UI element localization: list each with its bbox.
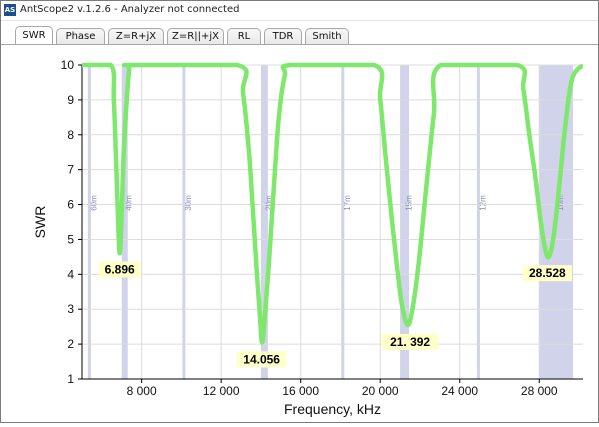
y-tick-label: 9	[67, 93, 74, 107]
band-label-30m: 30m	[184, 195, 193, 211]
tab-z-series[interactable]: Z=R+jX	[108, 28, 164, 44]
marker-label[interactable]: 28.528	[529, 266, 566, 280]
tab-tdr[interactable]: TDR	[264, 28, 302, 44]
title-bar: AS AntScope2 v.1.2.6 - Analyzer not conn…	[1, 1, 598, 21]
y-tick-label: 1	[67, 372, 74, 386]
app-logo-icon: AS	[4, 4, 16, 16]
tab-smith[interactable]: Smith	[305, 28, 349, 44]
band-15m	[400, 65, 410, 379]
band-label-12m: 12m	[478, 195, 487, 211]
y-axis-title: SWR	[32, 206, 48, 239]
y-tick-label: 7	[67, 163, 74, 177]
marker-label[interactable]: 21. 392	[390, 335, 430, 349]
band-60m	[87, 65, 91, 379]
x-tick-label: 16 000	[282, 384, 319, 398]
x-tick-label: 20 000	[362, 384, 399, 398]
plot-background	[82, 65, 583, 379]
band-label-40m: 40m	[125, 195, 134, 211]
y-tick-label: 3	[67, 302, 74, 316]
y-tick-label: 6	[67, 198, 74, 212]
x-tick-label: 24 000	[441, 384, 478, 398]
tab-phase[interactable]: Phase	[56, 28, 105, 44]
y-tick-label: 2	[67, 337, 74, 351]
y-tick-label: 8	[67, 128, 74, 142]
x-tick-label: 12 000	[203, 384, 240, 398]
y-tick-label: 5	[67, 232, 74, 246]
x-axis-title: Frequency, kHz	[284, 401, 381, 417]
marker-label[interactable]: 14.056	[243, 352, 280, 366]
y-tick-label: 4	[67, 267, 74, 281]
tab-bar: SWR Phase Z=R+jX Z=R||+jX RL TDR Smith	[1, 21, 598, 45]
band-label-17m: 17m	[343, 195, 352, 211]
tab-rl[interactable]: RL	[227, 28, 261, 44]
band-label-15m: 15m	[405, 195, 414, 211]
band-17m	[341, 65, 345, 379]
tab-z-parallel[interactable]: Z=R||+jX	[167, 28, 224, 44]
y-tick-label: 10	[61, 58, 75, 72]
band-12m	[476, 65, 480, 379]
app-window: AS AntScope2 v.1.2.6 - Analyzer not conn…	[0, 0, 599, 423]
marker-label[interactable]: 6.896	[105, 262, 135, 276]
band-30m	[182, 65, 186, 379]
tab-swr[interactable]: SWR	[15, 26, 53, 45]
window-title: AntScope2 v.1.2.6 - Analyzer not connect…	[20, 4, 240, 15]
swr-chart[interactable]: 60m 40m 30m 20m 17m 15m 12m 10m123456789108 000…	[1, 45, 598, 422]
x-tick-label: 28 000	[521, 384, 558, 398]
x-tick-label: 8 000	[127, 384, 157, 398]
band-label-60m: 60m	[89, 195, 98, 211]
swr-chart-panel: 60m 40m 30m 20m 17m 15m 12m 10m 1 2 3 4 5 6 7 8 9 10 8 000…	[1, 45, 598, 422]
